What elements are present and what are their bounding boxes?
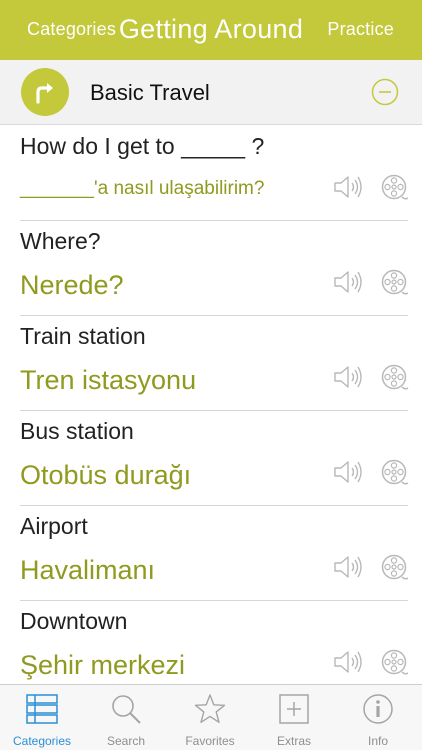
tab-info[interactable]: Info <box>336 685 420 750</box>
film-reel-icon[interactable] <box>380 268 410 298</box>
list-item[interactable]: Bus station Otobüs durağı <box>0 411 422 506</box>
tab-label: Extras <box>276 734 311 748</box>
tab-label: Categories <box>12 734 72 748</box>
turkish-translation: Havalimanı <box>20 555 156 585</box>
english-phrase: Train station <box>20 323 146 349</box>
english-phrase: How do I get to _____ ? <box>20 133 265 159</box>
speaker-icon[interactable] <box>333 554 363 580</box>
english-phrase: Bus station <box>20 418 134 444</box>
turkish-translation: _______'a nasıl ulaşabilirim? <box>20 178 265 199</box>
list-icon <box>26 693 58 725</box>
turkish-translation: Şehir merkezi <box>20 650 186 680</box>
list-item[interactable]: Train station Tren istasyonu <box>0 316 422 411</box>
tab-favorites[interactable]: Favorites <box>168 685 252 750</box>
star-icon <box>194 693 226 725</box>
list-item[interactable]: Where? Nerede? <box>0 221 422 316</box>
phrase-list: How do I get to _____ ? _______'a nasıl … <box>0 126 422 696</box>
tab-label: Info <box>367 734 388 748</box>
film-reel-icon[interactable] <box>380 553 410 583</box>
turn-right-arrow-icon <box>21 68 69 116</box>
tab-label: Search <box>106 734 146 748</box>
speaker-icon[interactable] <box>333 174 363 200</box>
tab-search[interactable]: Search <box>84 685 168 750</box>
plus-square-icon <box>278 693 310 725</box>
speaker-icon[interactable] <box>333 459 363 485</box>
minus-circle-icon[interactable] <box>371 78 399 106</box>
turkish-translation: Tren istasyonu <box>20 365 197 395</box>
english-phrase: Airport <box>20 513 88 539</box>
english-phrase: Where? <box>20 228 101 254</box>
tab-categories[interactable]: Categories <box>0 685 84 750</box>
section-header[interactable]: Basic Travel <box>0 60 422 125</box>
turkish-translation: Otobüs durağı <box>20 460 192 490</box>
navigation-bar: Categories Getting Around Practice <box>0 0 422 60</box>
tab-bar: Categories Search Favorites Extras Info <box>0 684 422 750</box>
tab-label: Favorites <box>185 734 235 748</box>
turkish-translation: Nerede? <box>20 270 124 300</box>
film-reel-icon[interactable] <box>380 648 410 678</box>
tab-extras[interactable]: Extras <box>252 685 336 750</box>
film-reel-icon[interactable] <box>380 363 410 393</box>
list-item[interactable]: Airport Havalimanı <box>0 506 422 601</box>
film-reel-icon[interactable] <box>380 173 410 203</box>
info-icon <box>362 693 394 725</box>
search-icon <box>110 693 142 725</box>
list-item[interactable]: How do I get to _____ ? _______'a nasıl … <box>0 126 422 221</box>
english-phrase: Downtown <box>20 608 128 634</box>
section-title: Basic Travel <box>90 80 210 105</box>
speaker-icon[interactable] <box>333 364 363 390</box>
practice-button[interactable]: Practice <box>327 19 394 40</box>
speaker-icon[interactable] <box>333 649 363 675</box>
film-reel-icon[interactable] <box>380 458 410 488</box>
speaker-icon[interactable] <box>333 269 363 295</box>
list-item[interactable]: Downtown Şehir merkezi <box>0 601 422 696</box>
